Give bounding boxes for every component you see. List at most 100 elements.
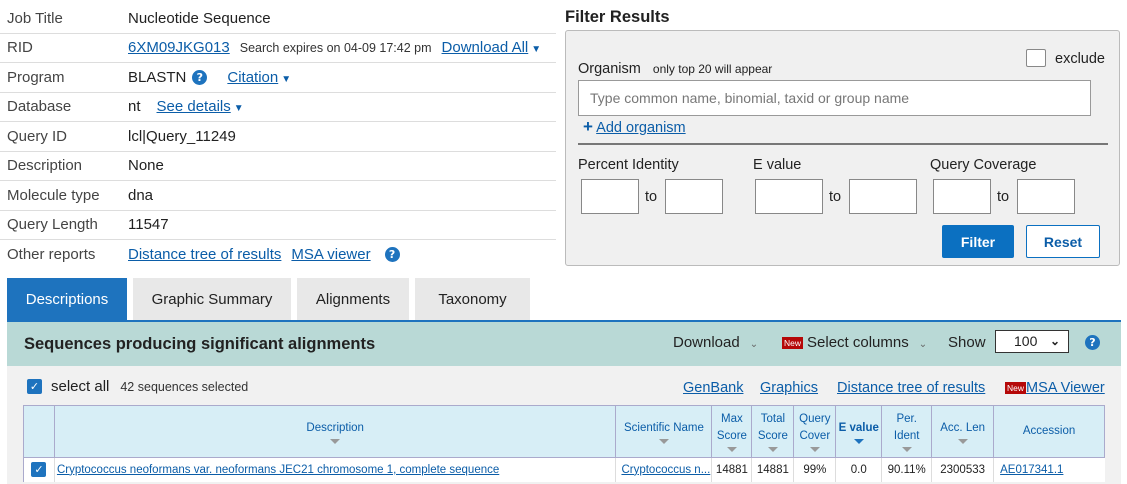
row-accession-link[interactable]: AE017341.1: [1000, 464, 1063, 476]
show-label: Show: [948, 334, 986, 351]
col-accession[interactable]: Accession: [993, 405, 1105, 458]
distance-tree-link[interactable]: Distance tree of results: [128, 246, 281, 263]
database-row: Database nt See details ▼: [0, 93, 556, 122]
organism-input[interactable]: Type common name, binomial, taxid or gro…: [578, 80, 1091, 116]
search-summary: Job Title Nucleotide Sequence RID 6XM09J…: [0, 4, 556, 270]
database-label: Database: [7, 98, 72, 116]
e-value-max-input[interactable]: [849, 179, 917, 214]
sort-icon: [726, 447, 737, 452]
organism-hint: only top 20 will appear: [652, 62, 773, 76]
genbank-link[interactable]: GenBank: [683, 380, 743, 396]
chevron-down-icon[interactable]: ▼: [281, 74, 291, 85]
molecule-type-value: dna: [128, 186, 154, 204]
filter-results-title: Filter Results: [565, 8, 670, 26]
row-checkbox[interactable]: ✓: [31, 462, 47, 478]
download-all-link[interactable]: Download All: [442, 39, 529, 56]
see-details-link[interactable]: See details: [157, 98, 231, 115]
to-label: to: [645, 189, 658, 205]
sort-icon: [658, 438, 669, 444]
query-coverage-min-input[interactable]: [933, 179, 991, 214]
row-e-value: 0.0: [835, 457, 882, 482]
sort-active-icon: [853, 438, 864, 444]
query-id-label: Query ID: [7, 127, 68, 145]
col-e-value[interactable]: E value: [835, 405, 883, 458]
sort-icon: [767, 447, 778, 452]
col-acc-len[interactable]: Acc. Len: [931, 405, 995, 458]
row-scientific-name-link[interactable]: Cryptococcus n...: [621, 464, 710, 476]
tab-taxonomy[interactable]: Taxonomy: [415, 278, 530, 321]
row-total-score: 14881: [751, 457, 794, 482]
msa-viewer-link[interactable]: MSA viewer: [291, 246, 370, 263]
program-value: BLASTN: [128, 68, 187, 86]
row-acc-len: 2300533: [931, 457, 994, 482]
add-organism-link[interactable]: + Add organism: [583, 117, 686, 137]
molecule-type-row: Molecule type dna: [0, 181, 556, 211]
chevron-down-icon: ⌄: [749, 339, 759, 350]
tab-descriptions[interactable]: Descriptions: [7, 278, 127, 321]
query-coverage-label: Query Coverage: [930, 157, 1037, 173]
filter-panel: Organism only top 20 will appear exclude…: [565, 30, 1120, 266]
chevron-down-icon[interactable]: ▼: [234, 103, 244, 114]
job-title-row: Job Title Nucleotide Sequence: [0, 4, 556, 34]
organism-label: Organism only top 20 will appear: [578, 61, 773, 77]
help-icon[interactable]: ?: [384, 247, 400, 263]
row-description-link[interactable]: Cryptococcus neoformans var. neoformans …: [57, 464, 499, 476]
select-columns-menu[interactable]: New Select columns ⌄: [782, 334, 927, 351]
percent-identity-label: Percent Identity: [578, 157, 679, 173]
rid-expiry: Search expires on 04-09 17:42 pm: [239, 40, 432, 55]
to-label: to: [829, 189, 842, 205]
program-row: Program BLASTN ? Citation ▼: [0, 63, 556, 93]
exclude-label: exclude: [1055, 51, 1105, 67]
distance-tree-link[interactable]: Distance tree of results: [837, 380, 985, 396]
row-max-score: 14881: [711, 457, 752, 482]
citation-link[interactable]: Citation: [227, 69, 278, 86]
results-area: ✓ select all 42 sequences selected GenBa…: [7, 366, 1121, 484]
job-title-value: Nucleotide Sequence: [128, 9, 271, 27]
show-count-select[interactable]: 100 ⌄: [995, 330, 1069, 353]
download-menu[interactable]: Download ⌄: [673, 334, 758, 351]
tab-alignments[interactable]: Alignments: [297, 278, 409, 321]
query-id-value: lcl|Query_11249: [128, 127, 236, 145]
col-per-ident[interactable]: Per. Ident: [881, 405, 933, 458]
chevron-down-icon[interactable]: ▼: [531, 44, 541, 55]
reset-button[interactable]: Reset: [1026, 225, 1100, 258]
results-title: Sequences producing significant alignmen…: [24, 335, 376, 353]
description-label: Description: [7, 157, 83, 175]
query-coverage-max-input[interactable]: [1017, 179, 1075, 214]
new-badge: New: [1005, 382, 1027, 395]
other-reports-row: Other reports Distance tree of results M…: [0, 240, 556, 270]
program-label: Program: [7, 68, 65, 86]
col-max-score[interactable]: Max Score: [711, 405, 753, 458]
exclude-checkbox[interactable]: [1026, 49, 1046, 67]
e-value-min-input[interactable]: [755, 179, 823, 214]
plus-icon: +: [583, 117, 593, 136]
percent-identity-max-input[interactable]: [665, 179, 723, 214]
results-header: Sequences producing significant alignmen…: [7, 322, 1121, 366]
row-query-cover: 99%: [793, 457, 836, 482]
percent-identity-min-input[interactable]: [581, 179, 639, 214]
graphics-link[interactable]: Graphics: [760, 380, 818, 396]
col-description[interactable]: Description: [53, 405, 617, 458]
help-icon[interactable]: ?: [1085, 335, 1100, 350]
msa-viewer-link[interactable]: New MSA Viewer: [1005, 380, 1105, 396]
description-row: Description None: [0, 152, 556, 181]
query-length-label: Query Length: [7, 216, 98, 234]
job-title-label: Job Title: [7, 9, 63, 27]
col-query-cover[interactable]: Query Cover: [793, 405, 837, 458]
col-scientific-name[interactable]: Scientific Name: [615, 405, 713, 458]
results-table: Description Scientific Name Max Score To…: [23, 405, 1105, 482]
filter-button[interactable]: Filter: [942, 225, 1014, 258]
chevron-down-icon: ⌄: [918, 339, 928, 350]
tab-graphic-summary[interactable]: Graphic Summary: [133, 278, 291, 321]
chevron-down-icon: ⌄: [1049, 334, 1060, 348]
sort-icon: [330, 438, 341, 444]
new-badge: New: [782, 337, 804, 350]
col-total-score[interactable]: Total Score: [751, 405, 795, 458]
select-all-checkbox[interactable]: ✓: [27, 379, 42, 394]
query-id-row: Query ID lcl|Query_11249: [0, 122, 556, 152]
help-icon[interactable]: ?: [192, 69, 208, 85]
rid-link[interactable]: 6XM09JKG013: [128, 39, 230, 56]
molecule-type-label: Molecule type: [7, 186, 100, 204]
to-label: to: [997, 189, 1010, 205]
row-per-ident: 90.11%: [881, 457, 932, 482]
